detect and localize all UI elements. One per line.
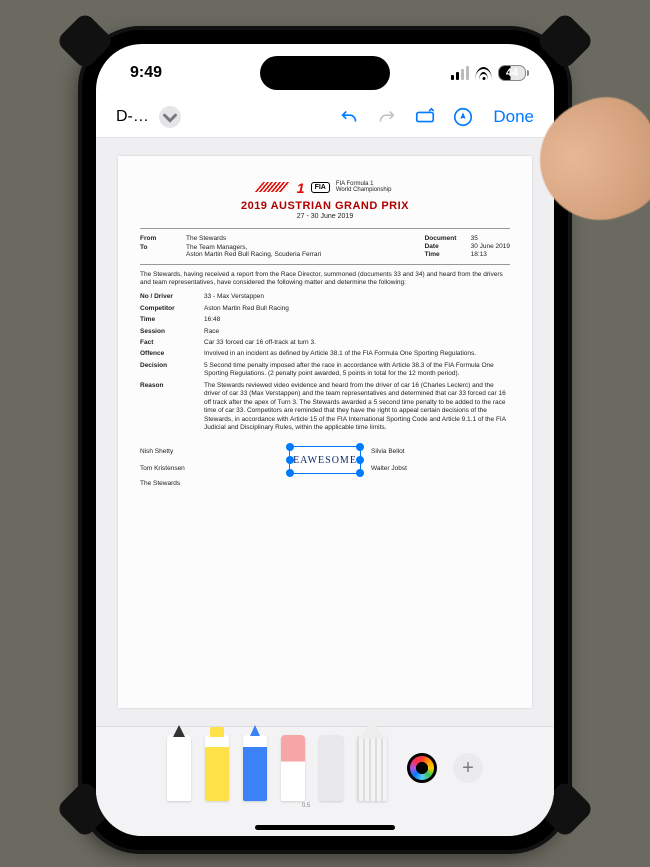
document-fields: No / Driver33 - Max Verstappen Competito…	[140, 293, 510, 432]
text-annotation[interactable]: EAWESOME	[289, 446, 361, 474]
document-meta: FromThe Stewards To The Team Managers,As…	[140, 235, 510, 258]
f1-logo-icon: 1	[259, 180, 305, 194]
signature-block: Nish Shetty EAWESOME Silvia Bellot Tom K…	[140, 446, 510, 474]
lasso-tool[interactable]	[319, 735, 343, 801]
document-logo-row: 1 FIA FIA Formula 1World Championship	[140, 180, 510, 194]
wifi-icon	[475, 67, 492, 80]
document-dates: 27 - 30 June 2019	[140, 213, 510, 220]
undo-button[interactable]	[335, 103, 363, 131]
document-title: D-…	[116, 108, 149, 126]
battery-indicator: 44	[498, 65, 526, 81]
selection-handle[interactable]	[356, 456, 364, 464]
document-canvas[interactable]: 1 FIA FIA Formula 1World Championship 20…	[96, 138, 554, 726]
championship-text: FIA Formula 1World Championship	[336, 181, 392, 193]
status-time: 9:49	[130, 64, 162, 82]
annotation-text: EAWESOME	[293, 455, 357, 466]
markup-tool-tray: + 0.5	[96, 726, 554, 836]
color-picker-button[interactable]	[407, 753, 437, 783]
pencil-tool[interactable]	[243, 735, 267, 801]
highlighter-tool[interactable]	[205, 735, 229, 801]
ruler-tool[interactable]	[357, 735, 387, 801]
pen-tool[interactable]	[167, 735, 191, 801]
cellular-icon	[451, 66, 469, 80]
document-heading: 2019 AUSTRIAN GRAND PRIX	[140, 200, 510, 212]
title-chevron-icon[interactable]	[159, 106, 181, 128]
tool-size-labels: 0.5	[218, 803, 432, 809]
selection-handle[interactable]	[356, 469, 364, 477]
toggle-toolbar-button[interactable]	[411, 103, 439, 131]
done-button[interactable]: Done	[493, 107, 534, 127]
markup-pen-button[interactable]	[449, 103, 477, 131]
dynamic-island	[260, 56, 390, 90]
selection-handle[interactable]	[286, 469, 294, 477]
eraser-tool[interactable]	[281, 735, 305, 801]
selection-handle[interactable]	[286, 443, 294, 451]
screen: 9:49 44 D-… Don	[96, 44, 554, 836]
redo-button[interactable]	[373, 103, 401, 131]
pdf-document: 1 FIA FIA Formula 1World Championship 20…	[118, 156, 532, 708]
home-indicator[interactable]	[255, 825, 395, 830]
fia-logo-icon: FIA	[311, 182, 330, 193]
document-intro: The Stewards, having received a report f…	[140, 271, 510, 287]
add-annotation-button[interactable]: +	[453, 753, 483, 783]
markup-toolbar: D-… Done	[96, 96, 554, 138]
selection-handle[interactable]	[356, 443, 364, 451]
stewards-label: The Stewards	[140, 480, 510, 487]
phone-frame: 9:49 44 D-… Don	[82, 30, 568, 850]
selection-handle[interactable]	[286, 456, 294, 464]
